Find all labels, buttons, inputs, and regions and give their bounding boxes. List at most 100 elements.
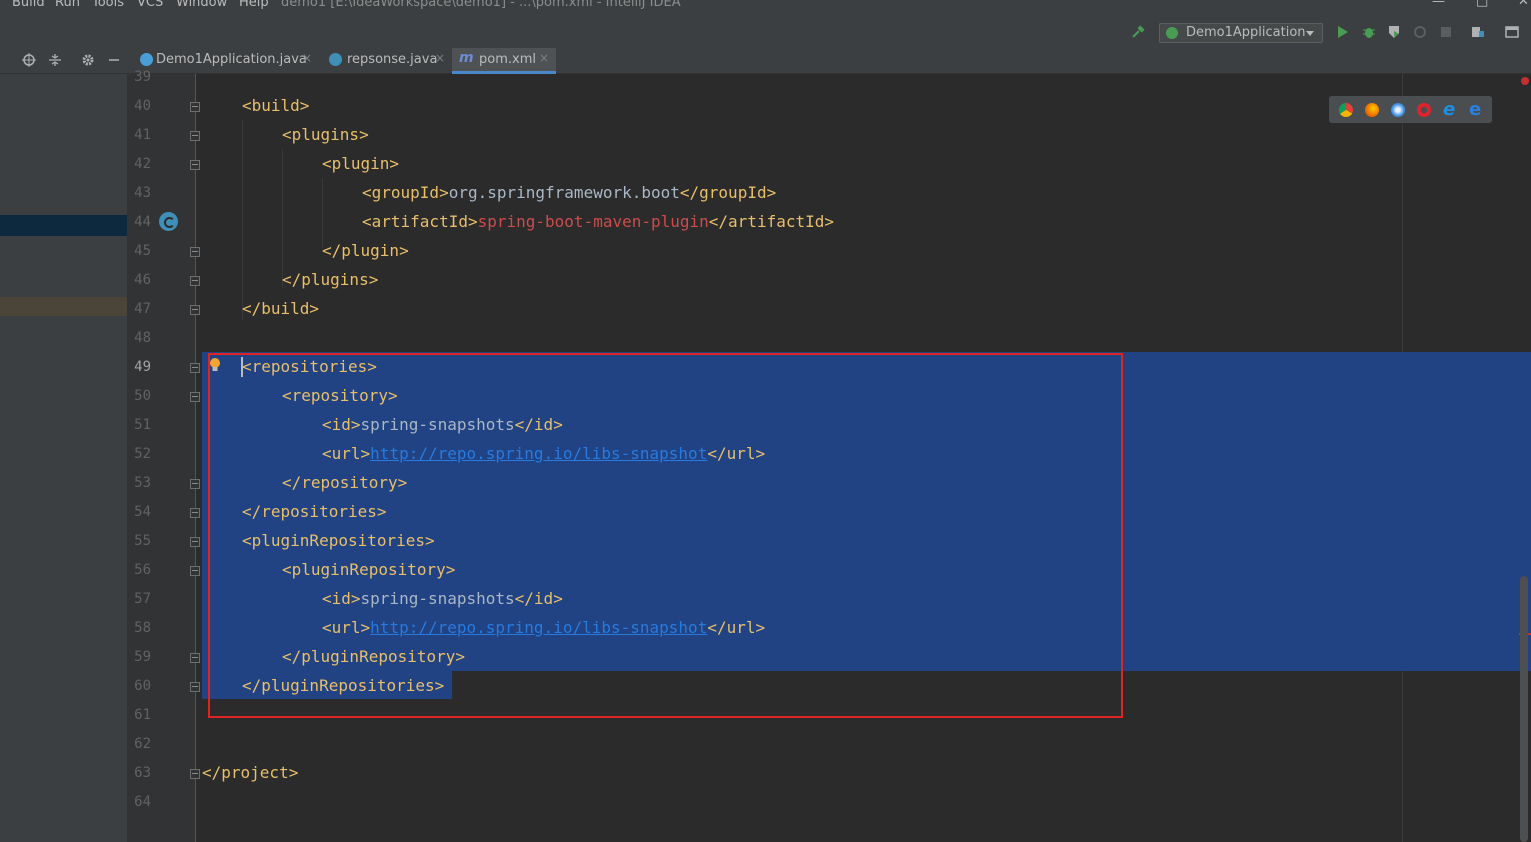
- menu-tools[interactable]: Tools: [92, 0, 124, 10]
- coverage-icon[interactable]: [1387, 25, 1401, 39]
- tab-label: pom.xml: [479, 52, 536, 67]
- highlighted-tree-row[interactable]: [0, 297, 127, 316]
- line-number: 44: [134, 214, 151, 230]
- xml-tag: </plugins>: [282, 270, 379, 289]
- safari-icon[interactable]: [1391, 103, 1405, 117]
- line-number: 54: [134, 504, 151, 520]
- line-number: 52: [134, 446, 151, 462]
- fold-marker-icon[interactable]: [190, 682, 200, 692]
- line-number: 57: [134, 591, 151, 607]
- line-number: 58: [134, 620, 151, 636]
- indent-guide: [242, 120, 243, 320]
- browser-preview-bar: e e: [1329, 96, 1492, 123]
- gear-icon[interactable]: [81, 53, 95, 67]
- close-tab-icon[interactable]: ×: [539, 51, 549, 65]
- tab-label: repsonse.java: [347, 52, 438, 67]
- edge-icon[interactable]: e: [1469, 99, 1481, 120]
- fold-marker-icon[interactable]: [190, 392, 200, 402]
- code-line[interactable]: </project>: [202, 763, 298, 783]
- line-number: 51: [134, 417, 151, 433]
- opera-icon[interactable]: [1417, 103, 1431, 117]
- code-line[interactable]: <artifactId>spring-boot-maven-plugin</ar…: [362, 212, 834, 232]
- lightbulb-icon[interactable]: [209, 357, 221, 373]
- tab-pom-xml[interactable]: m pom.xml ×: [452, 48, 556, 74]
- indent-guide: [282, 149, 283, 289]
- xml-tag: <artifactId>: [362, 212, 478, 231]
- project-structure-icon[interactable]: [1471, 25, 1485, 39]
- fold-marker-icon[interactable]: [190, 653, 200, 663]
- fold-marker-icon[interactable]: [190, 131, 200, 141]
- project-panel[interactable]: [0, 74, 127, 842]
- line-number: 48: [134, 330, 151, 346]
- annotation-highlight-box: [208, 353, 1123, 718]
- sync-icon[interactable]: [159, 212, 178, 231]
- menu-build[interactable]: Build: [12, 0, 45, 10]
- menu-help[interactable]: Help: [239, 0, 269, 10]
- selected-tree-row[interactable]: [0, 215, 127, 236]
- xml-tag: </build>: [242, 299, 320, 318]
- collapse-all-icon[interactable]: [48, 53, 62, 67]
- line-number: 39: [134, 69, 151, 85]
- tab-demo1application[interactable]: Demo1Application.java ×: [134, 48, 320, 73]
- firefox-icon[interactable]: [1365, 103, 1379, 117]
- fold-marker-icon[interactable]: [190, 769, 200, 779]
- fold-marker-icon[interactable]: [190, 102, 200, 112]
- close-window-button[interactable]: ✕: [1518, 0, 1529, 9]
- code-line[interactable]: <plugins>: [282, 125, 369, 145]
- debug-icon[interactable]: [1362, 25, 1376, 39]
- fold-marker-icon[interactable]: [190, 160, 200, 170]
- run-configuration-label: Demo1Application: [1186, 25, 1306, 40]
- fold-marker-icon[interactable]: [190, 363, 200, 373]
- line-number: 56: [134, 562, 151, 578]
- minimize-icon[interactable]: [107, 53, 121, 67]
- fold-marker-icon[interactable]: [190, 537, 200, 547]
- code-line[interactable]: </plugins>: [282, 270, 378, 290]
- fold-marker-icon[interactable]: [190, 305, 200, 315]
- spring-class-icon: [140, 53, 153, 66]
- menu-window[interactable]: Window: [176, 0, 227, 10]
- ie-icon[interactable]: e: [1443, 99, 1455, 120]
- chevron-down-icon: [1306, 31, 1314, 36]
- stop-icon[interactable]: [1439, 25, 1453, 39]
- run-icon[interactable]: [1336, 25, 1350, 39]
- code-line[interactable]: </plugin>: [322, 241, 409, 261]
- target-icon[interactable]: [22, 53, 36, 67]
- build-hammer-icon[interactable]: [1131, 25, 1145, 39]
- tab-repsonse[interactable]: repsonse.java ×: [323, 48, 450, 73]
- fold-marker-icon[interactable]: [190, 508, 200, 518]
- menu-run[interactable]: Run: [55, 0, 80, 10]
- menu-bar: Build Run Tools VCS Window Help demo1 [E…: [0, 0, 1531, 18]
- maximize-window-button[interactable]: □: [1476, 0, 1488, 9]
- line-number: 59: [134, 649, 151, 665]
- minimize-window-button[interactable]: —: [1432, 0, 1445, 9]
- line-number: 47: [134, 301, 151, 317]
- xml-tag: <plugin>: [322, 154, 400, 173]
- line-number: 41: [134, 127, 151, 143]
- code-line[interactable]: </build>: [242, 299, 319, 319]
- layout-icon[interactable]: [1505, 25, 1519, 39]
- vertical-scrollbar[interactable]: [1520, 576, 1528, 842]
- code-line[interactable]: <plugin>: [322, 154, 399, 174]
- fold-marker-icon[interactable]: [190, 276, 200, 286]
- code-line[interactable]: <groupId>org.springframework.boot</group…: [362, 183, 776, 203]
- fold-marker-icon[interactable]: [190, 479, 200, 489]
- text-caret: [241, 357, 243, 377]
- xml-text: spring-boot-maven-plugin: [477, 212, 709, 231]
- xml-text: org.springframework.boot: [448, 183, 680, 202]
- class-icon: [329, 53, 342, 66]
- line-number: 43: [134, 185, 151, 201]
- fold-marker-icon[interactable]: [190, 247, 200, 257]
- run-configuration-select[interactable]: Demo1Application: [1159, 23, 1323, 43]
- line-number: 42: [134, 156, 151, 172]
- error-indicator-icon[interactable]: [1521, 77, 1529, 85]
- code-line[interactable]: <build>: [242, 96, 309, 116]
- close-tab-icon[interactable]: ×: [435, 51, 445, 65]
- chrome-icon[interactable]: [1339, 103, 1353, 117]
- line-number: 63: [134, 765, 151, 781]
- xml-tag: <groupId>: [362, 183, 449, 202]
- main-toolbar: Demo1Application: [0, 18, 1531, 48]
- menu-vcs[interactable]: VCS: [137, 0, 163, 10]
- profile-icon[interactable]: [1413, 25, 1427, 39]
- close-tab-icon[interactable]: ×: [302, 51, 312, 65]
- fold-marker-icon[interactable]: [190, 566, 200, 576]
